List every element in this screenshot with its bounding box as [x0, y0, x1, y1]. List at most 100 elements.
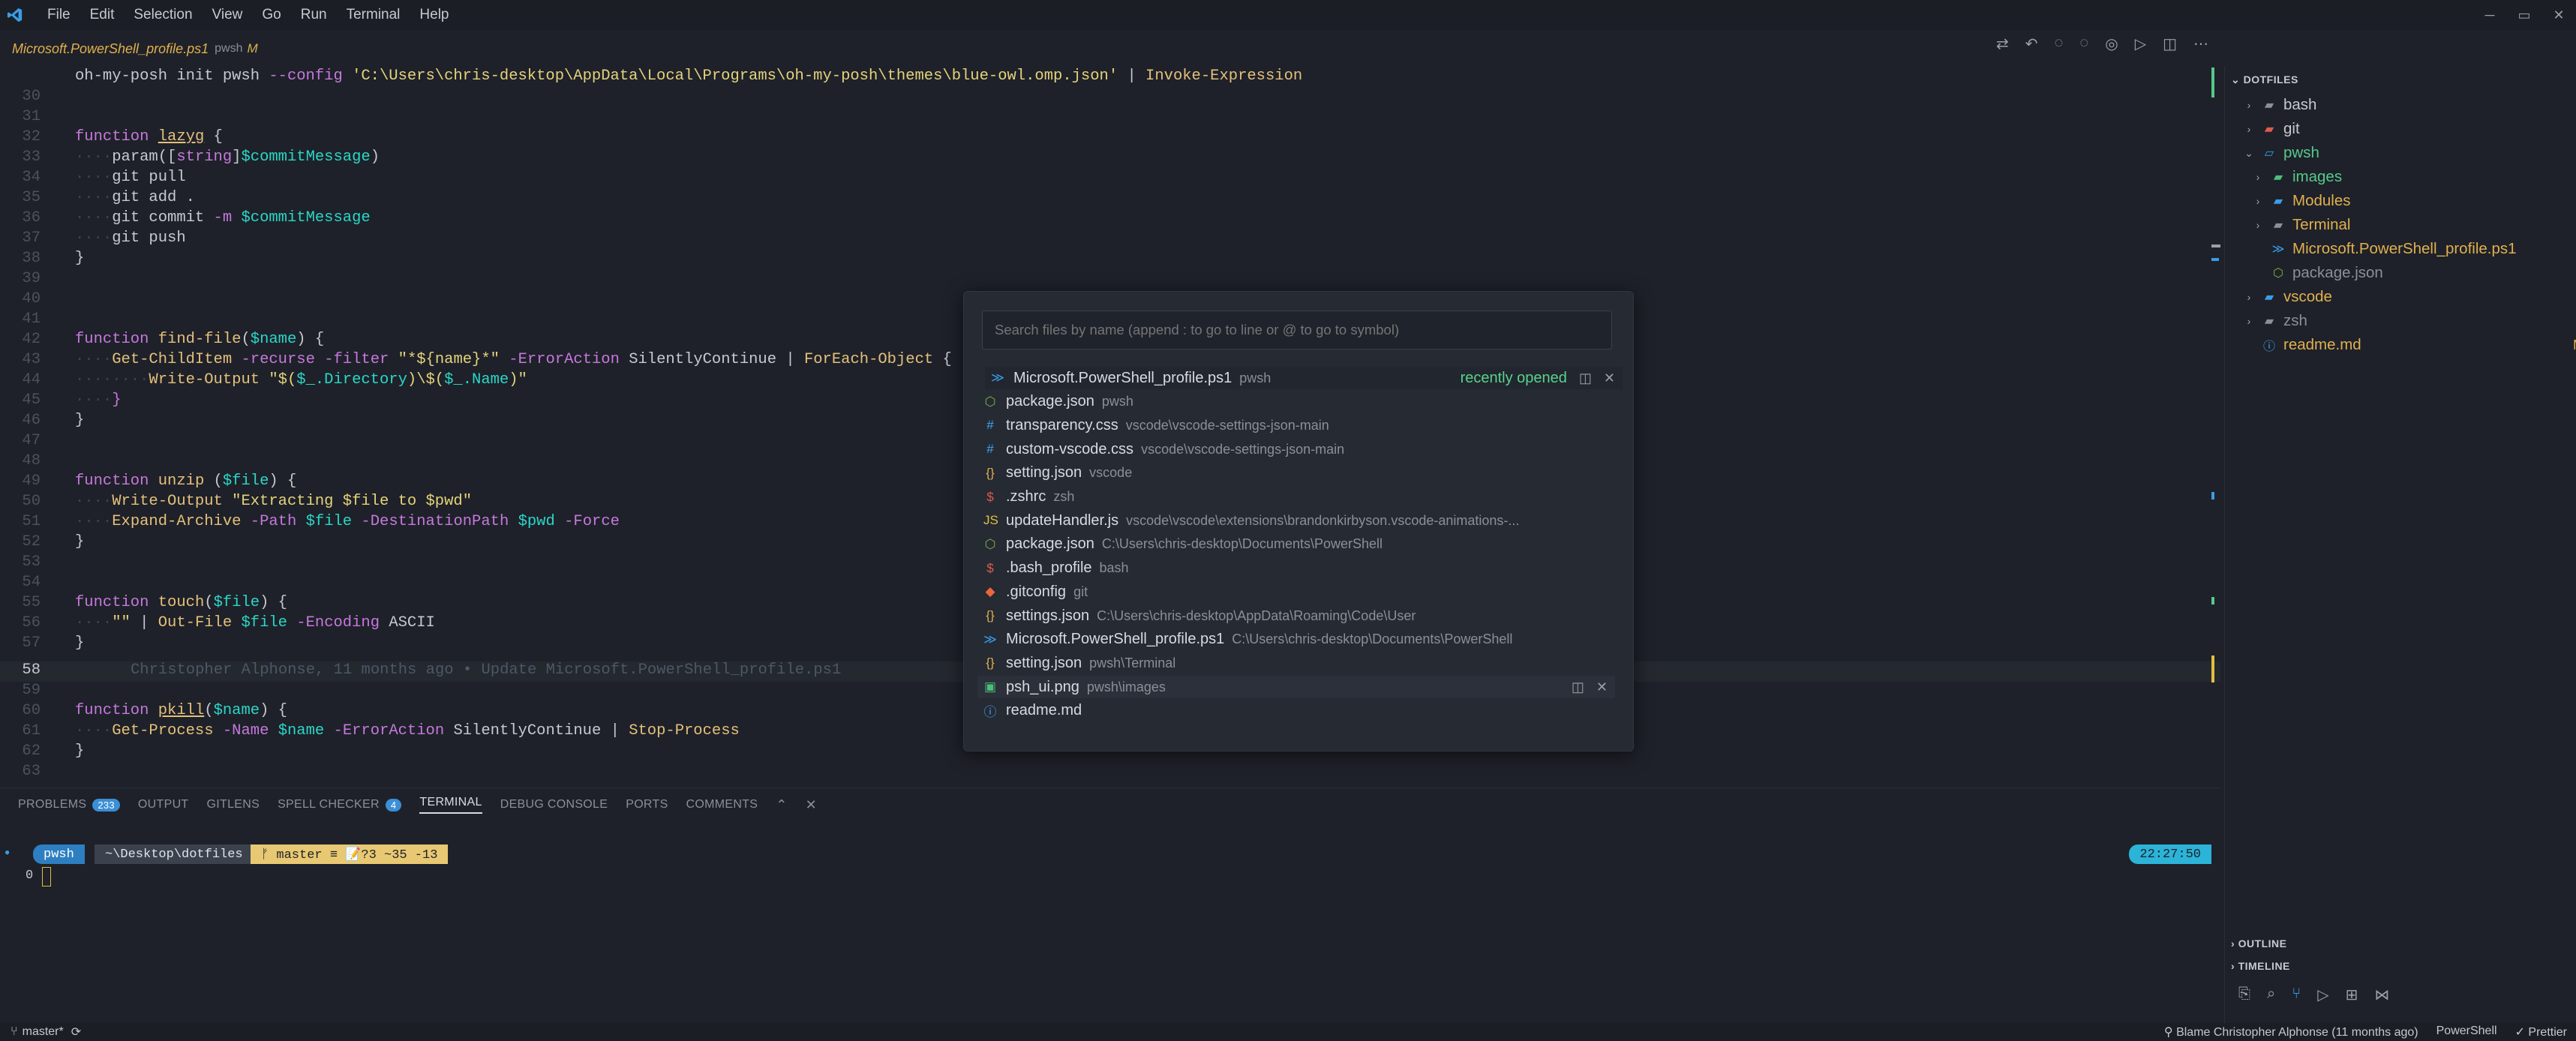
quick-open-item[interactable]: ▣ psh_ui.png pwsh\images ◫ ✕: [977, 676, 1615, 699]
minimize-button[interactable]: ─: [2472, 8, 2507, 23]
previous-change-icon[interactable]: ◌: [2054, 34, 2063, 53]
next-change-icon[interactable]: ◌: [2079, 34, 2088, 53]
quick-open-item[interactable]: ⓘ readme.md: [977, 700, 1615, 722]
tab-spell-checker[interactable]: SPELL CHECKER 4: [278, 798, 402, 812]
images-folder-icon: ▰: [2273, 171, 2283, 184]
remove-from-recent-icon[interactable]: ✕: [1596, 680, 1608, 695]
quick-open-item[interactable]: ⬡ package.json C:\Users\chris-desktop\Docu…: [977, 533, 1615, 556]
chevron-right-icon: ›: [2247, 315, 2251, 327]
tab-problems[interactable]: PROBLEMS 233: [18, 798, 120, 812]
branch-name[interactable]: master*: [23, 1025, 64, 1039]
code-line: function find-file($name) {: [75, 331, 325, 348]
tree-item-label: pwsh: [2283, 144, 2319, 161]
tree-item-bash[interactable]: › ▰ bash: [2225, 93, 2576, 117]
tree-item-readme-md[interactable]: ⓘ readme.md M: [2225, 333, 2576, 357]
remove-from-recent-icon[interactable]: ✕: [1604, 370, 1615, 386]
run-debug-icon[interactable]: ▷: [2317, 986, 2328, 1004]
more-actions-icon[interactable]: ⋯: [2193, 34, 2208, 53]
remote-icon[interactable]: ⋈: [2374, 986, 2389, 1004]
quick-open-item[interactable]: {} setting.json vscode: [977, 462, 1615, 484]
status-bar: ⑂ master* ⟳ ⚲ Blame Christopher Alphonse…: [0, 1023, 2576, 1041]
scrollbar-mark: [2211, 656, 2214, 682]
tab-comments[interactable]: COMMENTS: [686, 798, 758, 812]
timeline-back-icon[interactable]: ↶: [2025, 34, 2038, 53]
info-icon: ⓘ: [983, 705, 997, 720]
menu-terminal[interactable]: Terminal: [337, 7, 410, 23]
quick-open-input[interactable]: [982, 310, 1612, 350]
tree-item-git[interactable]: › ▰ git: [2225, 117, 2576, 141]
line-number: 47: [22, 432, 41, 449]
tree-item-microsoft-powershell-profile-ps1[interactable]: ≫Microsoft.PowerShell_profile.ps1M: [2225, 237, 2576, 261]
quick-open-item[interactable]: ⬡ package.json pwsh: [977, 391, 1615, 413]
files-icon[interactable]: ⎘: [2238, 986, 2250, 1004]
editor-tab-active[interactable]: Microsoft.PowerShell_profile.ps1 pwsh M: [0, 30, 270, 69]
tab-terminal[interactable]: TERMINAL: [419, 796, 482, 814]
tree-item-label: readme.md: [2283, 336, 2361, 353]
menu-file[interactable]: File: [38, 7, 80, 23]
extensions-icon[interactable]: ⊞: [2346, 986, 2358, 1004]
open-to-side-icon[interactable]: ◫: [1579, 370, 1592, 386]
chevron-right-icon: ›: [2247, 99, 2251, 111]
open-changes-icon[interactable]: ◎: [2105, 34, 2118, 53]
menu-help[interactable]: Help: [410, 7, 458, 23]
split-editor-icon[interactable]: ◫: [2163, 34, 2177, 53]
restore-button[interactable]: ▭: [2507, 8, 2541, 23]
quick-open-item-name: setting.json: [1006, 654, 1082, 671]
source-control-icon[interactable]: ⑂: [2292, 986, 2301, 1004]
quick-open-item[interactable]: {} setting.json pwsh\Terminal: [977, 652, 1615, 674]
menu-selection[interactable]: Selection: [124, 7, 202, 23]
quick-open-item-path: zsh: [1053, 489, 1075, 504]
spell-checker-badge: 4: [385, 798, 402, 812]
tree-item-pwsh[interactable]: ⌄▱pwsh•: [2225, 141, 2576, 165]
quick-open-item[interactable]: # transparency.css vscode\vscode-settings-…: [977, 414, 1615, 436]
line-number: 42: [22, 331, 41, 348]
menu-run[interactable]: Run: [291, 7, 337, 23]
css-icon: #: [986, 418, 994, 433]
menu-go[interactable]: Go: [252, 7, 290, 23]
menu-edit[interactable]: Edit: [80, 7, 125, 23]
tree-item-zsh[interactable]: › ▰ zsh: [2225, 309, 2576, 333]
sync-icon[interactable]: ⟳: [71, 1024, 81, 1040]
terminal-cursor: [42, 867, 51, 886]
git-blame-status[interactable]: ⚲ Blame Christopher Alphonse (11 months …: [2164, 1024, 2418, 1040]
close-panel-icon[interactable]: ✕: [806, 797, 817, 813]
quick-open-item[interactable]: ◆ .gitconfig git: [977, 580, 1615, 603]
git-compare-icon[interactable]: ⇄: [1996, 34, 2009, 53]
tab-ports[interactable]: PORTS: [626, 798, 668, 812]
scrollbar-mark: [2211, 597, 2214, 604]
quick-open-item-actions: recently opened ◫ ✕: [1461, 370, 1615, 387]
tree-item-terminal[interactable]: ›▰Terminal•: [2225, 213, 2576, 237]
timeline-section[interactable]: › TIMELINE: [2231, 960, 2290, 972]
outline-section[interactable]: › OUTLINE: [2231, 938, 2287, 950]
maximize-panel-icon[interactable]: ⌃: [776, 797, 787, 813]
quick-open-item-name: updateHandler.js: [1006, 512, 1119, 529]
line-number: 59: [22, 682, 41, 699]
quick-open-item-path: bash: [1099, 560, 1129, 576]
quick-open-item[interactable]: ≫ Microsoft.PowerShell_profile.ps1 pwsh rec…: [985, 367, 1623, 389]
quick-open-item[interactable]: $ .zshrc zsh: [977, 486, 1615, 508]
language-mode[interactable]: PowerShell: [2436, 1024, 2497, 1040]
code-line: }: [75, 412, 85, 429]
tab-debug-console[interactable]: DEBUG CONSOLE: [500, 798, 608, 812]
run-icon[interactable]: ▷: [2135, 34, 2146, 53]
close-window-button[interactable]: ✕: [2541, 8, 2576, 23]
tree-item-vscode[interactable]: ›▰vscode•: [2225, 285, 2576, 309]
tab-output[interactable]: OUTPUT: [138, 798, 189, 812]
quick-open-item[interactable]: # custom-vscode.css vscode\vscode-settings…: [977, 438, 1615, 460]
tree-item-images[interactable]: ›▰images•: [2225, 165, 2576, 189]
scrollbar-cursor-mark: [2211, 244, 2220, 248]
explorer-root-title[interactable]: ⌄ DOTFILES: [2231, 74, 2298, 86]
quick-open-item[interactable]: JS updateHandler.js vscode\vscode\extensio…: [977, 509, 1615, 532]
search-icon[interactable]: ⌕: [2267, 986, 2275, 1004]
tree-item-modules[interactable]: ›▰Modules•: [2225, 189, 2576, 213]
line-number: 39: [22, 270, 41, 287]
prettier-status[interactable]: ✓ Prettier: [2515, 1024, 2567, 1040]
terminal[interactable]: ● pwsh ~\Desktop\dotfiles ᚠ master ≡ 📝?3…: [0, 820, 2220, 1023]
tree-item-package-json[interactable]: ⬡ package.json: [2225, 261, 2576, 285]
quick-open-item[interactable]: {} settings.json C:\Users\chris-desktop\Ap…: [977, 604, 1615, 627]
open-to-side-icon[interactable]: ◫: [1572, 680, 1584, 695]
menu-view[interactable]: View: [203, 7, 253, 23]
quick-open-item[interactable]: $ .bash_profile bash: [977, 557, 1615, 580]
quick-open-item[interactable]: ≫ Microsoft.PowerShell_profile.ps1 C:\User…: [977, 628, 1615, 651]
tab-gitlens[interactable]: GITLENS: [207, 798, 260, 812]
